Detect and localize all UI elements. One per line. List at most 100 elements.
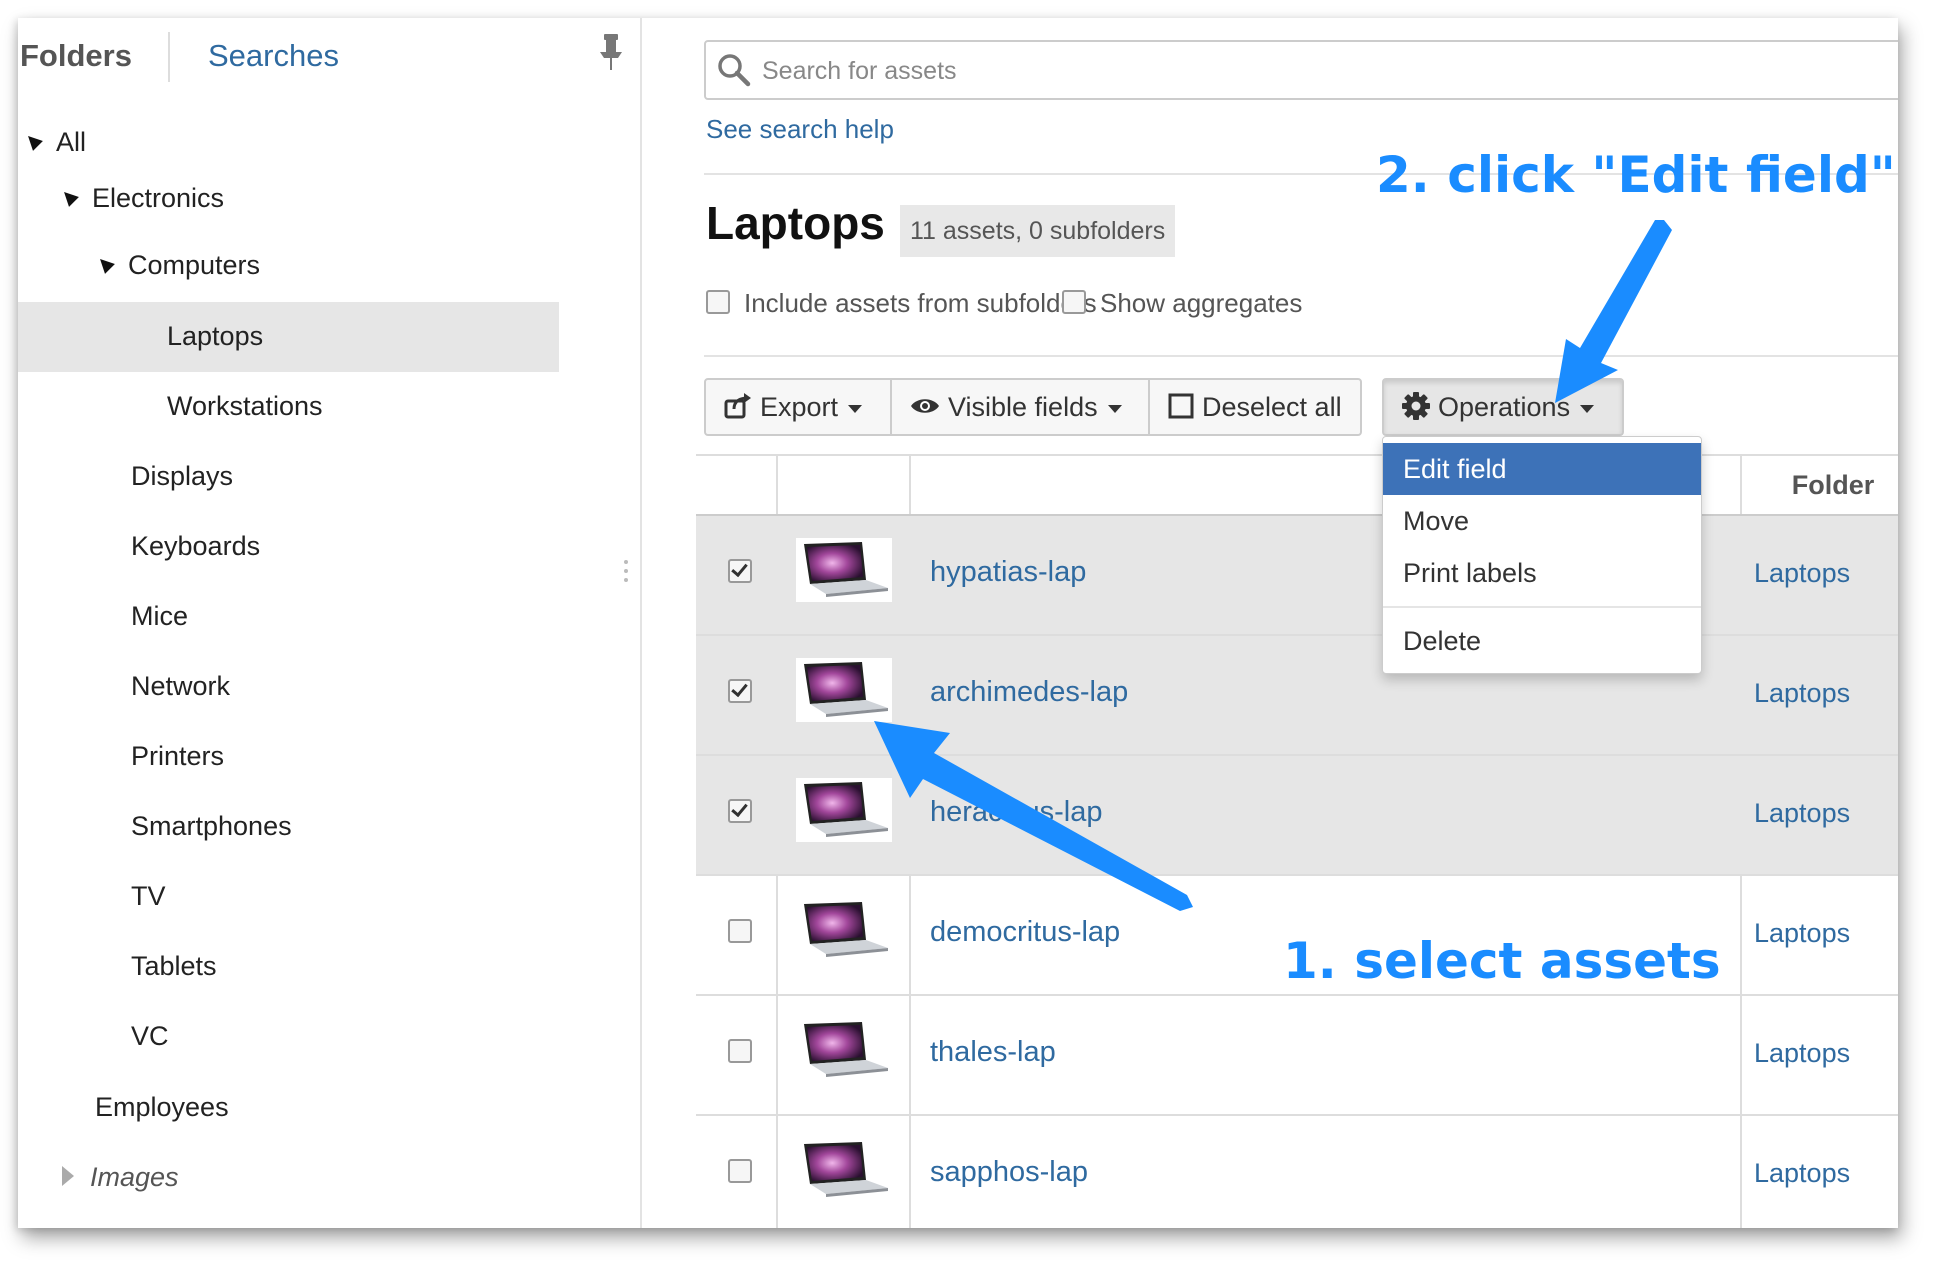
row-select-checkbox[interactable] <box>728 919 752 946</box>
show-aggregates-label: Show aggregates <box>1100 288 1303 318</box>
table-header: Title Folder <box>696 454 1898 516</box>
asset-folder-link[interactable]: Laptops <box>1754 798 1850 829</box>
tree-item-mice[interactable]: Mice <box>131 598 188 634</box>
asset-folder-link[interactable]: Laptops <box>1754 558 1850 589</box>
page-title: Laptops <box>706 197 885 249</box>
tree-selection-highlight <box>18 302 559 372</box>
share-icon <box>724 392 751 419</box>
tab-folders[interactable]: Folders <box>20 36 132 76</box>
tree-item-employees[interactable]: Employees <box>95 1089 229 1125</box>
pin-icon[interactable] <box>596 32 626 72</box>
row-select-checkbox[interactable] <box>728 559 752 586</box>
sidebar-resize-handle[interactable] <box>624 560 628 587</box>
include-subfolders-label: Include assets from subfolders <box>744 288 1097 318</box>
asset-title-link[interactable]: hypatias-lap <box>930 556 1086 589</box>
assets-table: Title Folder hypatias-lap Laptops archime… <box>696 454 1898 1228</box>
row-select-checkbox[interactable] <box>728 1039 752 1066</box>
search-help-link[interactable]: See search help <box>706 114 894 145</box>
laptop-thumbnail-image[interactable] <box>796 538 892 602</box>
row-select-checkbox[interactable] <box>728 1159 752 1186</box>
search-input[interactable] <box>760 50 1864 92</box>
table-row[interactable]: archimedes-lap Laptops <box>696 636 1898 756</box>
tree-item-label: Electronics <box>92 183 225 213</box>
tree-item-laptops[interactable]: Laptops <box>167 318 263 354</box>
row-select-checkbox[interactable] <box>728 679 752 706</box>
tree-item-keyboards[interactable]: Keyboards <box>131 528 260 564</box>
menu-item-delete[interactable]: Delete <box>1383 615 1701 667</box>
laptop-thumbnail-image[interactable] <box>796 1018 892 1082</box>
deselect-all-label: Deselect all <box>1202 392 1342 422</box>
laptop-thumbnail-image[interactable] <box>796 658 892 722</box>
table-row[interactable]: thales-lap Laptops <box>696 996 1898 1116</box>
tab-divider <box>168 32 170 82</box>
tree-item-tablets[interactable]: Tablets <box>131 948 217 984</box>
show-aggregates-checkbox[interactable] <box>1062 290 1086 315</box>
tree-item-workstations[interactable]: Workstations <box>167 388 323 424</box>
tab-searches[interactable]: Searches <box>208 36 339 76</box>
menu-divider <box>1383 606 1701 608</box>
asset-title-link[interactable]: thales-lap <box>930 1036 1056 1069</box>
visible-fields-label: Visible fields <box>948 392 1098 422</box>
laptop-thumbnail-image[interactable] <box>796 778 892 842</box>
table-body: hypatias-lap Laptops archimedes-lap Laptop… <box>696 516 1898 1228</box>
column-header-folder[interactable]: Folder <box>1740 456 1898 514</box>
asset-folder-link[interactable]: Laptops <box>1754 1038 1850 1069</box>
operations-label: Operations <box>1438 392 1571 422</box>
annotation-step-2: 2. click "Edit field" <box>1376 146 1896 204</box>
tree-item-electronics[interactable]: Electronics <box>59 180 225 216</box>
square-icon <box>1168 393 1194 419</box>
asset-title-link[interactable]: sapphos-lap <box>930 1156 1088 1189</box>
tree-item-label: All <box>56 127 87 157</box>
menu-item-move[interactable]: Move <box>1383 495 1701 547</box>
gear-icon <box>1402 391 1430 420</box>
asset-folder-link[interactable]: Laptops <box>1754 918 1850 949</box>
sidebar: Folders Searches All Electronics Compute… <box>18 18 642 1228</box>
include-subfolders-checkbox[interactable] <box>706 290 730 315</box>
table-row[interactable]: hypatias-lap Laptops <box>696 516 1898 636</box>
visible-fields-button[interactable]: Visible fields <box>890 378 1150 436</box>
divider <box>704 355 1898 357</box>
collapsed-icon[interactable] <box>62 1165 74 1186</box>
expanded-icon[interactable] <box>23 130 43 151</box>
export-button[interactable]: Export <box>704 378 892 436</box>
asset-title-link[interactable]: democritus-lap <box>930 916 1120 949</box>
asset-folder-link[interactable]: Laptops <box>1754 1158 1850 1189</box>
deselect-all-button[interactable]: Deselect all <box>1148 378 1362 436</box>
operations-menu: Edit field Move Print labels Delete <box>1382 436 1702 674</box>
tree-item-label: Images <box>90 1162 179 1192</box>
search-box[interactable] <box>704 40 1898 100</box>
expanded-icon[interactable] <box>95 253 115 274</box>
export-label: Export <box>760 392 839 422</box>
tree-item-displays[interactable]: Displays <box>131 458 233 494</box>
laptop-thumbnail-image[interactable] <box>796 1138 892 1202</box>
chevron-down-icon <box>848 404 863 413</box>
expanded-icon[interactable] <box>59 186 79 207</box>
tree-item-tv[interactable]: TV <box>131 878 166 914</box>
tree-item-smartphones[interactable]: Smartphones <box>131 808 292 844</box>
laptop-thumbnail-image[interactable] <box>796 898 892 962</box>
asset-title-link[interactable]: heraclitus-lap <box>930 796 1102 829</box>
tree-item-images[interactable]: Images <box>62 1159 179 1195</box>
tree-item-computers[interactable]: Computers <box>95 247 261 283</box>
operations-button[interactable]: Operations <box>1382 378 1624 436</box>
app-window: Folders Searches All Electronics Compute… <box>18 18 1898 1228</box>
show-aggregates-option[interactable]: Show aggregates <box>1062 288 1302 319</box>
tree-item-vc[interactable]: VC <box>131 1018 169 1054</box>
tree-item-all[interactable]: All <box>23 124 87 160</box>
chevron-down-icon <box>1580 404 1595 413</box>
search-icon <box>718 54 751 87</box>
tree-item-label: Computers <box>128 250 261 280</box>
tree-item-printers[interactable]: Printers <box>131 738 224 774</box>
tree-item-network[interactable]: Network <box>131 668 230 704</box>
annotation-step-1: 1. select assets <box>1283 932 1721 990</box>
asset-folder-link[interactable]: Laptops <box>1754 678 1850 709</box>
asset-count-badge: 11 assets, 0 subfolders <box>900 205 1176 257</box>
asset-title-link[interactable]: archimedes-lap <box>930 676 1128 709</box>
chevron-down-icon <box>1107 404 1122 413</box>
include-subfolders-option[interactable]: Include assets from subfolders <box>706 288 1097 319</box>
table-row[interactable]: sapphos-lap Laptops <box>696 1116 1898 1228</box>
table-row[interactable]: heraclitus-lap Laptops <box>696 756 1898 876</box>
row-select-checkbox[interactable] <box>728 799 752 826</box>
menu-item-print-labels[interactable]: Print labels <box>1383 547 1701 599</box>
menu-item-edit-field[interactable]: Edit field <box>1383 443 1701 495</box>
